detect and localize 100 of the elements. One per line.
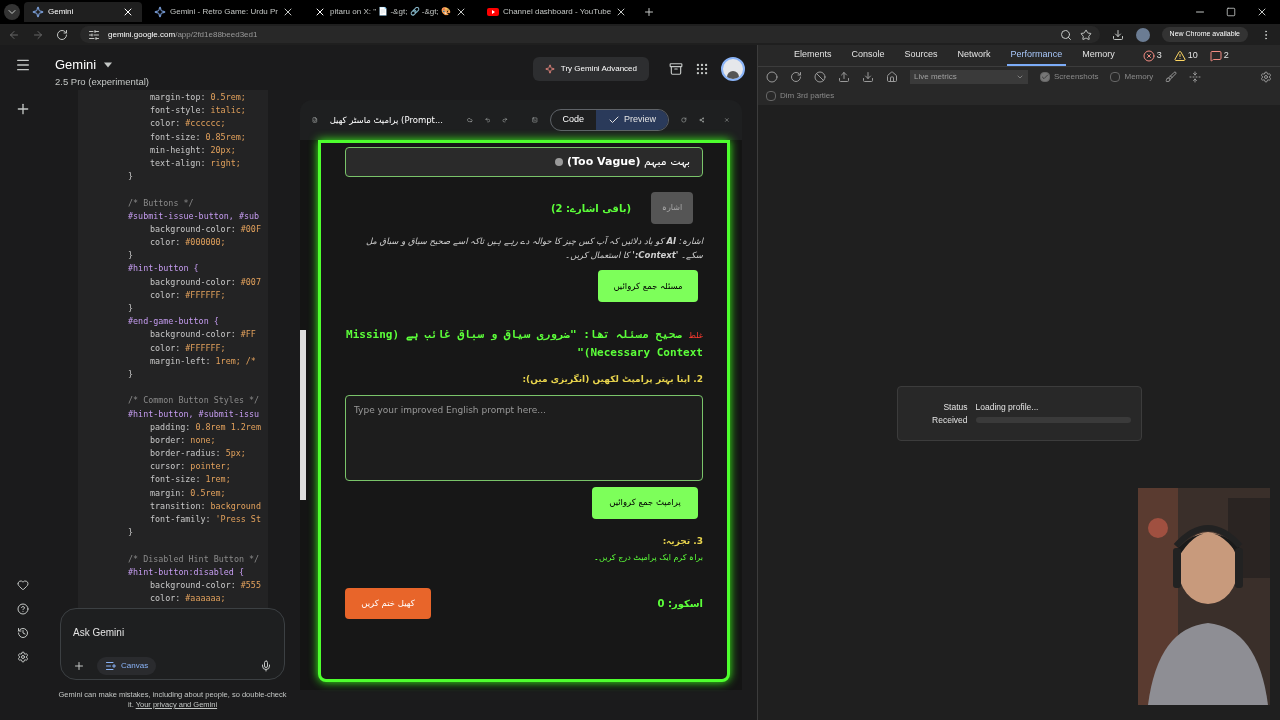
archive-icon[interactable] — [669, 62, 683, 76]
error-icon — [1142, 49, 1155, 62]
mode-toggle[interactable]: Code — [550, 110, 597, 130]
upgrade-button[interactable]: Try Gemini Advanced — [532, 57, 649, 81]
devtools-tab[interactable]: Performance — [1006, 45, 1067, 66]
code-line: margin-top: 0.5rem; — [149, 91, 247, 104]
status-label: Status — [942, 400, 968, 414]
browser-tab[interactable]: pitaru on X: " 📄 -&gt; 🔗 -&gt; 🎨 — [306, 2, 475, 22]
error-count[interactable]: 3 — [1156, 48, 1162, 63]
code-line: } — [128, 302, 135, 315]
check-icon — [608, 114, 621, 126]
sparkle-icon — [544, 64, 555, 74]
clear-icon[interactable] — [814, 71, 826, 83]
warning-count[interactable]: 10 — [1187, 48, 1198, 63]
code-line: color: #aaaaaa; — [149, 592, 227, 606]
chevron-down-icon — [1016, 73, 1024, 81]
checkbox-label: Memory — [1124, 71, 1154, 83]
new-tab-icon[interactable] — [643, 6, 656, 18]
sparkle-icon — [32, 6, 44, 18]
brush-icon[interactable] — [1165, 71, 1178, 83]
history-icon[interactable] — [16, 627, 29, 639]
devtools-tab[interactable]: Console — [847, 45, 889, 66]
devtools-tab[interactable]: Elements — [790, 45, 836, 66]
code-line: font-size: 0.85rem; — [149, 130, 247, 144]
issue-icon — [1209, 49, 1222, 62]
record-icon[interactable] — [766, 71, 778, 83]
browser-tab[interactable]: Channel dashboard - YouTube — [478, 2, 636, 22]
browser-tab[interactable]: Gemini — [24, 2, 142, 22]
close-icon[interactable] — [122, 6, 134, 18]
reload-icon[interactable] — [56, 28, 68, 41]
code-line: border: none; — [149, 433, 217, 447]
code-line: font-size: 1rem; — [149, 473, 232, 487]
star-icon[interactable] — [1079, 28, 1092, 41]
tab-search-button[interactable] — [4, 4, 20, 20]
code-line: color: #cccccc; — [149, 117, 227, 131]
code-line: padding: 0.8rem 1.2rem — [149, 420, 262, 434]
tab-title: pitaru on X: " 📄 -&gt; 🔗 -&gt; 🎨 — [330, 6, 451, 18]
close-icon[interactable] — [1256, 6, 1268, 18]
reload-icon[interactable] — [790, 71, 802, 83]
warning-icon — [1173, 49, 1186, 62]
tab-title: Gemini — [48, 6, 75, 18]
menu-icon[interactable] — [14, 57, 31, 73]
download-icon[interactable] — [862, 71, 874, 83]
status-value: Loading profile... — [975, 400, 1040, 414]
issue-count[interactable]: 2 — [1223, 48, 1229, 63]
devtools-tab[interactable]: Network — [953, 45, 995, 66]
tab-title: Channel dashboard - YouTube — [502, 6, 612, 18]
download-icon[interactable] — [1111, 28, 1124, 41]
redo-icon[interactable] — [502, 114, 508, 126]
step-heading: 3. تجزیہ: — [661, 534, 703, 548]
analysis-text: براہ کرم ایک پرامپٹ درج کریں۔ — [593, 552, 703, 564]
console-icon[interactable] — [531, 114, 538, 126]
share-icon[interactable] — [698, 114, 705, 126]
file-icon[interactable] — [312, 114, 318, 126]
caret-icon[interactable] — [104, 61, 113, 68]
code-line: cursor: pointer; — [149, 460, 232, 474]
microphone-icon[interactable] — [260, 660, 272, 672]
prompt-textarea[interactable]: Type your improved English prompt here... — [345, 394, 703, 481]
code-line: border-radius: 5px; — [149, 447, 247, 461]
refresh-icon[interactable] — [681, 114, 687, 126]
checkbox[interactable] — [1110, 72, 1121, 82]
code-line: #end-game-button { — [128, 315, 220, 329]
avatar-icon[interactable] — [721, 57, 745, 81]
settings-icon[interactable] — [1260, 71, 1272, 83]
address-bar[interactable]: gemini.google.com/app/2fd1e88beed3ed1 — [80, 26, 1100, 43]
code-line: color: #FFFFFF; — [149, 341, 227, 355]
code-line: background-color: #007 — [149, 275, 262, 289]
prompt-input[interactable]: Ask Gemini — [73, 625, 272, 640]
received-label: Received — [931, 413, 968, 427]
model-label[interactable]: 2.5 Pro (experimental) — [55, 74, 149, 89]
maximize-icon[interactable] — [1226, 7, 1236, 17]
code-line: background-color: #FF — [149, 328, 257, 342]
checkbox[interactable] — [766, 91, 776, 101]
devtools-tab[interactable]: Sources — [900, 45, 942, 66]
apps-grid-icon[interactable] — [695, 62, 709, 76]
collapse-icon[interactable] — [1189, 71, 1202, 83]
settings-icon[interactable] — [16, 651, 29, 663]
site-settings-icon[interactable] — [88, 28, 100, 41]
submit-prompt-button[interactable]: پرامپٹ جمع کروائیں — [592, 486, 698, 519]
metrics-select[interactable]: Live metrics — [910, 70, 1028, 84]
prompt-box[interactable]: Ask Gemini Canvas — [60, 608, 285, 680]
search-icon[interactable] — [1059, 28, 1072, 41]
code-line: #hint-button { — [128, 262, 200, 276]
code-line: background-color: #00F — [149, 222, 262, 236]
browser-tab[interactable]: Gemini - Retro Game: Urdu Pr — [146, 2, 303, 22]
code-line: color: #FFFFFF; — [149, 288, 227, 302]
upload-icon[interactable] — [838, 71, 850, 83]
checkbox[interactable] — [1040, 72, 1050, 82]
step-heading: 2. اپنا بہتر پرامپٹ لکھیں (انگریزی میں): — [521, 373, 703, 387]
canvas-button[interactable]: Canvas — [97, 657, 157, 675]
mode-toggle[interactable]: Preview — [596, 110, 669, 130]
url-text: gemini.google.com/app/2fd1e88beed3ed1 — [108, 28, 258, 41]
code-line: color: #000000; — [149, 236, 227, 250]
code-line: } — [128, 170, 135, 184]
add-icon[interactable] — [73, 660, 85, 672]
help-icon[interactable] — [16, 603, 29, 615]
submit-issue-button[interactable]: مسئلہ جمع کروائیں — [598, 270, 698, 302]
correct-issue-text: غلط صحیح مسئلہ تھا: "ضروری سیاق و سباق غائب ہے (Missing Necessary Context)" — [345, 327, 703, 361]
home-icon[interactable] — [886, 71, 898, 83]
devtools-tab[interactable]: Memory — [1078, 45, 1119, 66]
